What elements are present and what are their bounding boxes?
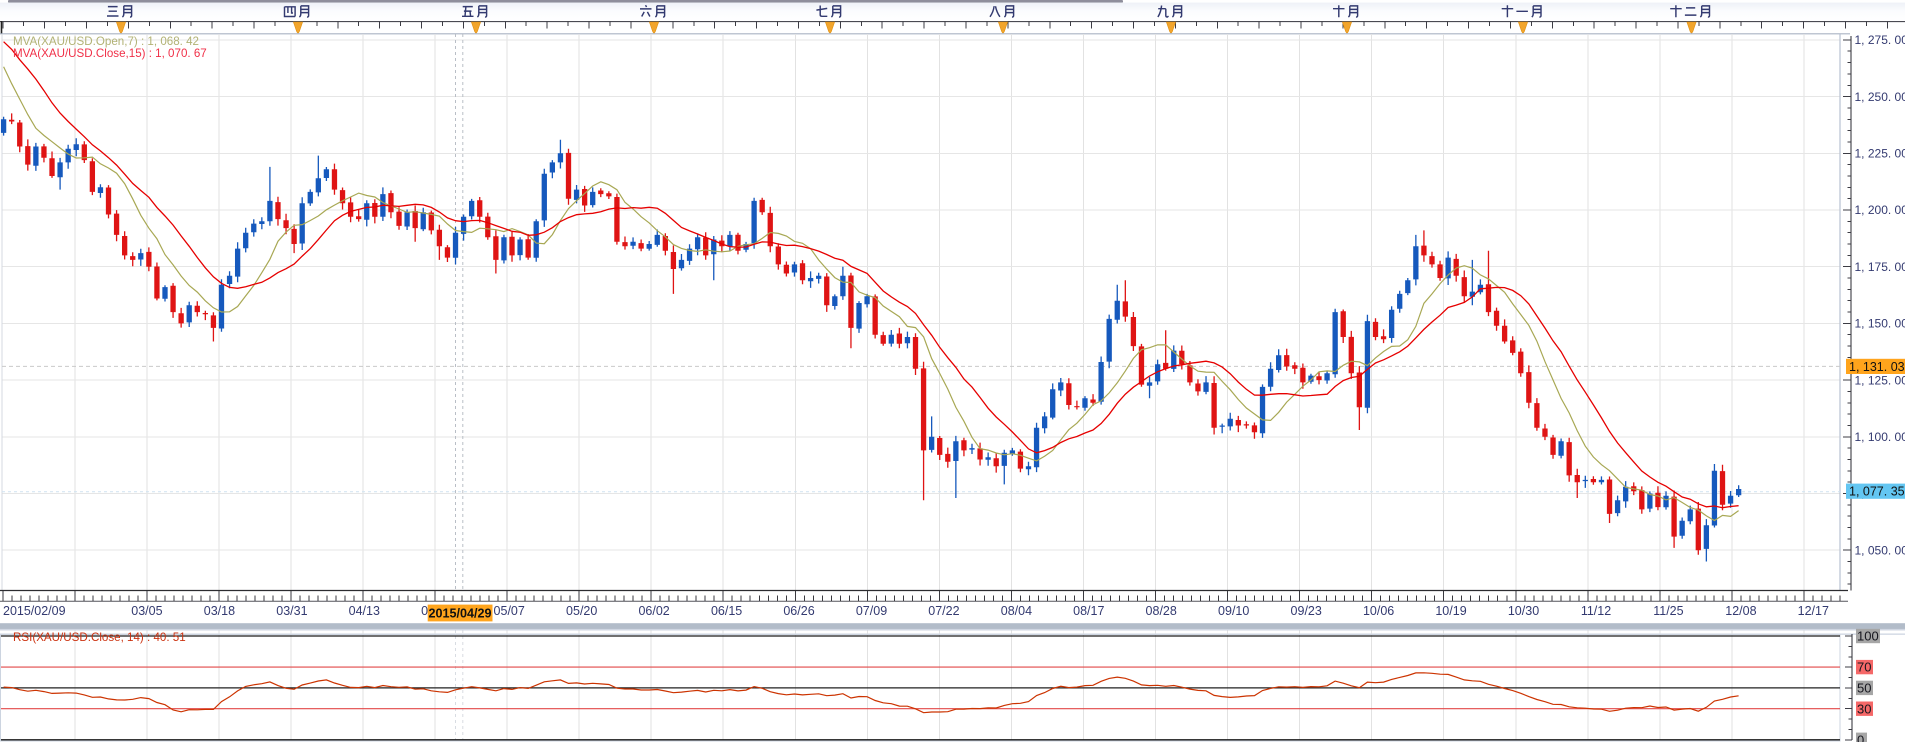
svg-text:03/31: 03/31 [276,604,307,618]
svg-text:12/17: 12/17 [1798,604,1829,618]
svg-text:08/28: 08/28 [1146,604,1177,618]
svg-text:0: 0 [1857,732,1864,742]
svg-text:08/04: 08/04 [1001,604,1032,618]
svg-text:11/25: 11/25 [1653,604,1683,618]
svg-text:06/15: 06/15 [711,604,742,618]
svg-text:08/17: 08/17 [1073,604,1104,618]
svg-text:2015/02/09: 2015/02/09 [3,604,66,618]
svg-text:11/12: 11/12 [1581,604,1611,618]
svg-text:1, 250. 00: 1, 250. 00 [1855,90,1905,104]
svg-text:06/02: 06/02 [638,604,669,618]
svg-text:RSI(XAU/USD.Close, 14) : 40.: RSI(XAU/USD.Close, 14) : 40. 51 [13,631,186,644]
svg-text:70: 70 [1857,660,1871,675]
svg-text:MVA(XAU/USD.Close,15) : 1, 07: MVA(XAU/USD.Close,15) : 1, 070. 67 [13,47,207,60]
svg-text:04/13: 04/13 [349,604,380,618]
svg-text:100: 100 [1857,629,1879,644]
svg-text:05/07: 05/07 [494,604,525,618]
svg-text:03/05: 03/05 [131,604,162,618]
svg-text:1, 050. 00: 1, 050. 00 [1855,543,1905,557]
svg-text:10/30: 10/30 [1508,604,1539,618]
svg-text:50: 50 [1857,681,1871,696]
svg-text:10/19: 10/19 [1435,604,1466,618]
svg-text:12/08: 12/08 [1725,604,1756,618]
svg-text:1, 200. 00: 1, 200. 00 [1855,203,1905,217]
svg-text:05/20: 05/20 [566,604,597,618]
svg-text:1, 225. 00: 1, 225. 00 [1855,147,1905,161]
svg-text:MVA(XAU/USD.Open,7) : 1, 068.: MVA(XAU/USD.Open,7) : 1, 068. 42 [13,35,199,48]
svg-text:09/10: 09/10 [1218,604,1249,618]
svg-text:1, 175. 00: 1, 175. 00 [1855,260,1905,274]
svg-text:10/06: 10/06 [1363,604,1394,618]
svg-text:09/23: 09/23 [1291,604,1322,618]
svg-text:03/18: 03/18 [204,604,235,618]
svg-text:1, 077. 35: 1, 077. 35 [1849,485,1905,499]
svg-text:06/26: 06/26 [783,604,814,618]
svg-text:2015/04/29: 2015/04/29 [428,606,491,620]
svg-text:1, 275. 00: 1, 275. 00 [1855,33,1905,47]
svg-text:07/09: 07/09 [856,604,887,618]
svg-text:1, 150. 00: 1, 150. 00 [1855,317,1905,331]
svg-text:07/22: 07/22 [928,604,959,618]
svg-text:1, 125. 00: 1, 125. 00 [1855,373,1905,387]
svg-text:1, 131. 03: 1, 131. 03 [1849,360,1905,374]
svg-text:30: 30 [1857,701,1871,716]
svg-text:1, 100. 00: 1, 100. 00 [1855,430,1905,444]
